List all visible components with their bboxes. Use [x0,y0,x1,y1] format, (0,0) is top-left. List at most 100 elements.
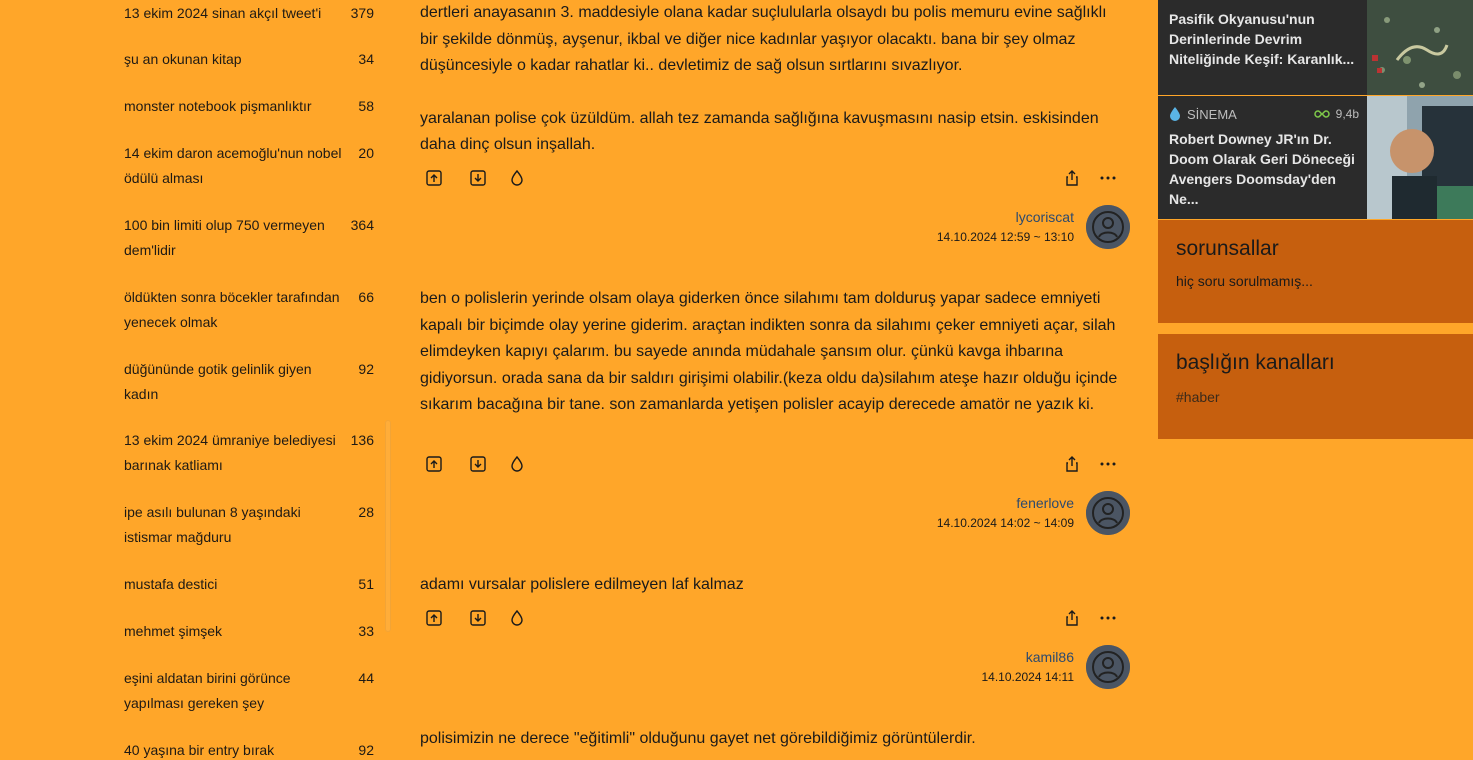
news-category: SİNEMA [1187,106,1237,122]
topic-title: öldükten sonra böcekler tarafından yenec… [124,289,340,330]
topic-item[interactable]: mehmet şimşek 33 [124,619,374,644]
favorite-drop-icon[interactable] [505,452,529,476]
topic-scrollbar[interactable] [385,420,391,632]
topic-count: 364 [350,217,374,233]
share-icon[interactable] [1060,606,1084,630]
entry-list: dertleri anayasanın 3. maddesiyle olana … [420,0,1132,760]
topic-item[interactable]: 13 ekim 2024 ümraniye belediyesi barınak… [124,428,374,478]
topic-count: 44 [358,670,374,686]
topic-count: 28 [358,504,374,520]
downvote-icon[interactable] [466,606,490,630]
news-thumbnail[interactable] [1367,96,1473,219]
topic-count: 92 [358,361,374,377]
topic-item[interactable]: öldükten sonra böcekler tarafından yenec… [124,285,374,335]
entry-paragraph: adamı vursalar polislere edilmeyen laf k… [420,576,744,593]
topic-title: monster notebook pişmanlıktır [124,98,312,114]
topic-item[interactable]: ipe asılı bulunan 8 yaşındaki istismar m… [124,500,374,550]
entry-author-block: kamil86 14.10.2024 14:11 [981,647,1074,687]
topic-item[interactable]: 100 bin limiti olup 750 vermeyen dem'lid… [124,213,374,263]
right-sidebar: Pasifik Okyanusu'nun Derinlerinde Devrim… [1158,0,1473,760]
entry-content: adamı vursalar polislere edilmeyen laf k… [420,572,1120,599]
topic-item[interactable]: eşini aldatan birini görünce yapılması g… [124,666,374,716]
topic-item[interactable]: düğününde gotik gelinlik giyen kadın 92 [124,357,374,407]
topic-count: 34 [358,51,374,67]
upvote-icon[interactable] [422,452,446,476]
topic-count: 92 [358,742,374,758]
entry-actions [420,452,1132,476]
news-views: 9,4b [1335,107,1359,121]
upvote-icon[interactable] [422,166,446,190]
more-options-icon[interactable] [1096,166,1120,190]
favorite-drop-icon[interactable] [505,166,529,190]
author-link[interactable]: lycoriscat [937,207,1074,227]
downvote-icon[interactable] [466,166,490,190]
topic-count: 66 [358,289,374,305]
topic-count: 51 [358,576,374,592]
news-thumbnail[interactable] [1367,0,1473,95]
questions-widget: sorunsallar hiç soru sorulmamış... [1158,220,1473,323]
user-avatar-icon [1086,645,1130,689]
author-link[interactable]: fenerlove [937,493,1074,513]
channel-tag[interactable]: #haber [1176,389,1455,405]
share-icon[interactable] [1060,166,1084,190]
topic-item[interactable]: 13 ekim 2024 sinan akçıl tweet'i 379 [124,1,374,26]
entry-paragraph: dertleri anayasanın 3. maddesiyle olana … [420,4,1107,74]
more-options-icon[interactable] [1096,606,1120,630]
topic-item[interactable]: 40 yaşına bir entry bırak 92 [124,738,374,760]
entry-date[interactable]: 14.10.2024 14:11 [981,667,1074,687]
news-meta: SİNEMA 9,4b [1169,106,1359,122]
downvote-icon[interactable] [466,452,490,476]
widget-title: başlığın kanalları [1176,351,1335,374]
topic-item[interactable]: monster notebook pişmanlıktır 58 [124,94,374,119]
author-link[interactable]: kamil86 [981,647,1074,667]
topic-item[interactable]: 14 ekim daron acemoğlu'nun nobel ödülü a… [124,141,374,191]
page: 13 ekim 2024 sinan akçıl tweet'i 379 şu … [0,0,1473,760]
avatar[interactable] [1086,491,1130,535]
water-drop-icon [1170,107,1180,121]
news-title[interactable]: Pasifik Okyanusu'nun Derinlerinde Devrim… [1169,9,1359,69]
user-avatar-icon [1086,491,1130,535]
topic-count: 20 [358,145,374,161]
topic-title: mehmet şimşek [124,623,223,639]
topic-count: 33 [358,623,374,639]
topic-title: 100 bin limiti olup 750 vermeyen dem'lid… [124,217,325,258]
entry-actions [420,606,1132,630]
widget-body: hiç soru sorulmamış... [1176,273,1313,289]
entry-paragraph: polisimizin ne derece "eğitimli" olduğun… [420,730,976,747]
share-icon[interactable] [1060,452,1084,476]
topic-item[interactable]: mustafa destici 51 [124,572,374,597]
topic-title: eşini aldatan birini görünce yapılması g… [124,670,291,711]
topic-title: düğününde gotik gelinlik giyen kadın [124,361,312,402]
entry-content: polisimizin ne derece "eğitimli" olduğun… [420,726,1120,753]
topic-count: 58 [358,98,374,114]
topic-title: 13 ekim 2024 ümraniye belediyesi barınak… [124,432,336,473]
upvote-icon[interactable] [422,606,446,630]
user-avatar-icon [1086,205,1130,249]
entry-paragraph: yaralanan polise çok üzüldüm. allah tez … [420,109,1099,154]
entry-content: ben o polislerin yerinde olsam olaya gid… [420,286,1120,419]
avatar[interactable] [1086,645,1130,689]
topic-count: 379 [350,5,374,21]
topic-count: 136 [350,432,374,448]
news-title[interactable]: Robert Downey JR'ın Dr. Doom Olarak Geri… [1169,129,1359,209]
topic-item[interactable]: şu an okunan kitap 34 [124,47,374,72]
entry-paragraph: ben o polislerin yerinde olsam olaya gid… [420,290,1118,413]
channels-widget: başlığın kanalları #haber [1158,334,1473,439]
favorite-drop-icon[interactable] [505,606,529,630]
topic-title: 13 ekim 2024 sinan akçıl tweet'i [124,5,322,21]
news-card[interactable]: Pasifik Okyanusu'nun Derinlerinde Devrim… [1158,0,1473,95]
entry-author-block: fenerlove 14.10.2024 14:02 ~ 14:09 [937,493,1074,533]
topic-title: 40 yaşına bir entry bırak [124,742,275,758]
topic-title: şu an okunan kitap [124,51,242,67]
topic-title: ipe asılı bulunan 8 yaşındaki istismar m… [124,504,301,545]
news-card[interactable]: SİNEMA 9,4b Robert Downey JR'ın Dr. Doom… [1158,96,1473,219]
entry-date[interactable]: 14.10.2024 12:59 ~ 13:10 [937,227,1074,247]
topic-title: mustafa destici [124,576,218,592]
entry-date[interactable]: 14.10.2024 14:02 ~ 14:09 [937,513,1074,533]
entry-content: dertleri anayasanın 3. maddesiyle olana … [420,0,1120,159]
more-options-icon[interactable] [1096,452,1120,476]
entry-actions [420,166,1132,190]
avatar[interactable] [1086,205,1130,249]
widget-title: sorunsallar [1176,237,1279,260]
infinity-views-icon [1313,110,1330,118]
